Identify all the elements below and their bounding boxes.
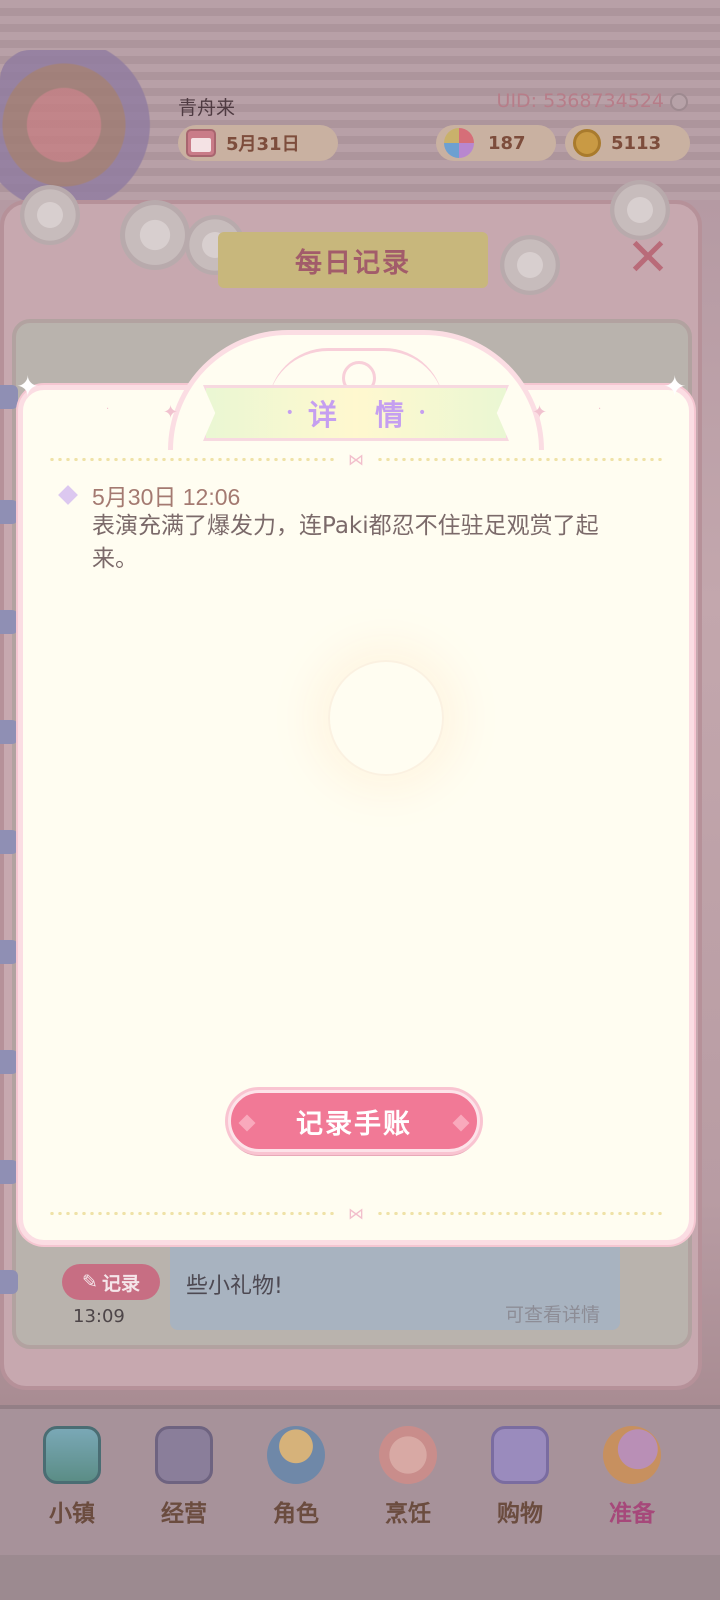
title-dot-icon: •: [418, 405, 427, 421]
side-tab: [0, 610, 18, 634]
record-button[interactable]: ✎ 记录: [62, 1264, 160, 1300]
sparkle-icon: ✦: [16, 370, 40, 403]
side-tab: [0, 940, 18, 964]
feather-icon: ✎: [82, 1271, 98, 1293]
record-journal-button[interactable]: 记录手账: [228, 1090, 480, 1152]
diamond-icon: [238, 1114, 256, 1132]
nav-label: 角色: [273, 1501, 319, 1527]
nav-item-business[interactable]: 经营: [129, 1422, 239, 1542]
detail-modal: ✦ ✦ ✦ ✦ · · • 详 情 • ⋈ 5月30日 12:06 表演充满了爆…: [16, 330, 694, 1245]
date-text: 5月31日: [226, 134, 300, 155]
modal-title: 详 情: [307, 398, 419, 432]
sparkle-icon: ✦: [532, 402, 548, 423]
uid-label: UID: 5368734524: [497, 90, 688, 112]
entry-datetime: 5月30日 12:06: [92, 484, 241, 510]
coin-count: 5113: [611, 132, 662, 154]
bow-icon: ⋈: [336, 450, 376, 469]
record-panel-title: 每日记录: [218, 232, 488, 288]
gem-icon: [444, 128, 474, 158]
nav-label: 经营: [161, 1501, 207, 1527]
side-tab: [0, 1160, 18, 1184]
map-icon: [43, 1426, 101, 1484]
rose-decoration-icon: [120, 200, 190, 270]
modal-title-banner: • 详 情 •: [203, 385, 509, 441]
nav-label: 烹饪: [385, 1501, 431, 1527]
sparkle-icon: ·: [106, 404, 110, 415]
uid-info-icon[interactable]: [670, 92, 688, 111]
rose-decoration-icon: [20, 185, 80, 245]
nav-label: 小镇: [49, 1501, 95, 1527]
nav-item-shopping[interactable]: 购物: [465, 1422, 575, 1542]
view-detail-hint[interactable]: 可查看详情: [505, 1300, 600, 1327]
title-dot-icon: •: [285, 405, 294, 421]
entry-text: 表演充满了爆发力，连Paki都忍不住驻足观赏了起来。: [92, 513, 599, 572]
side-tab: [0, 720, 18, 744]
nav-label: 购物: [497, 1501, 543, 1527]
record-entry-text: 些小礼物!: [186, 1274, 283, 1299]
record-button-label: 记录: [101, 1272, 140, 1295]
sparkle-icon: ✦: [163, 402, 179, 423]
loading-ring-icon: [328, 660, 444, 776]
close-icon[interactable]: ✕: [622, 232, 674, 284]
nav-item-cooking[interactable]: 烹饪: [353, 1422, 463, 1542]
side-tab: [0, 500, 18, 524]
bottom-strip: [0, 1555, 720, 1600]
diamond-icon: [452, 1114, 470, 1132]
basket-icon: [603, 1426, 661, 1484]
gem-counter[interactable]: 187: [436, 125, 556, 161]
record-entry-time: 13:09: [73, 1306, 125, 1327]
rose-decoration-icon: [500, 235, 560, 295]
cake-icon: [379, 1426, 437, 1484]
nav-item-prepare[interactable]: 准备: [577, 1422, 687, 1542]
sparkle-icon: ✦: [663, 370, 687, 403]
username: 青舟来: [178, 97, 236, 119]
gem-count: 187: [488, 132, 526, 154]
avatar[interactable]: [0, 50, 160, 200]
side-tab: [0, 830, 18, 854]
nav-item-characters[interactable]: 角色: [241, 1422, 351, 1542]
sparkle-icon: ·: [598, 404, 602, 415]
coin-counter[interactable]: 5113: [565, 125, 690, 161]
character-icon: [267, 1426, 325, 1484]
side-tab: [0, 1270, 18, 1294]
coin-icon: [573, 129, 601, 157]
shop-bag-icon: [155, 1426, 213, 1484]
nav-label: 准备: [609, 1501, 655, 1527]
date-display[interactable]: 5月31日: [178, 125, 338, 161]
record-journal-label: 记录手账: [296, 1108, 412, 1140]
uid-text: UID: 5368734524: [496, 90, 664, 112]
shopping-bag-icon: [491, 1426, 549, 1484]
side-tab: [0, 1050, 18, 1074]
nav-item-town[interactable]: 小镇: [17, 1422, 127, 1542]
bow-icon: ⋈: [336, 1204, 376, 1223]
calendar-icon: [186, 129, 216, 157]
